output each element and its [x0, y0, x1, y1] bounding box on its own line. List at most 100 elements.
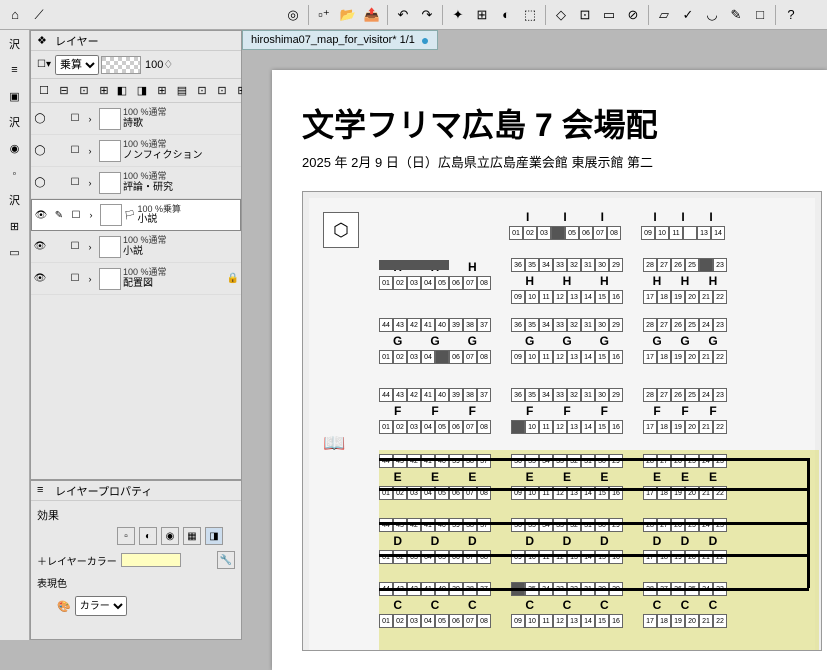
layer-row[interactable]: 👁✎☐›🏳100 %乗算小説 — [31, 199, 241, 231]
layer-thumb — [99, 172, 121, 194]
tb-icon[interactable]: ◐ — [495, 4, 517, 26]
display-color-select[interactable]: カラー — [75, 596, 127, 616]
layer-btn[interactable]: ⊡ — [75, 82, 93, 100]
layer-check[interactable]: ☐ — [67, 273, 83, 284]
layer-row[interactable]: ◯☐›100 %通常詩歌 — [31, 103, 241, 135]
booth-block: III0910111314 — [641, 208, 725, 240]
blend-mode-select[interactable]: 乗算 — [55, 55, 99, 75]
expand-toggle[interactable]: › — [83, 146, 97, 156]
effect-row: ▫ ◐ ◉ ▦ ◨ — [37, 527, 235, 545]
lc-icon[interactable]: ▣ — [5, 86, 25, 106]
layer-row[interactable]: ◯ ☐› 100 %通常ノンフィクション — [31, 135, 241, 167]
layer-btn[interactable]: ⊞ — [95, 82, 113, 100]
lc-icon[interactable]: ◉ — [5, 138, 25, 158]
document-tab[interactable]: hiroshima07_map_for_visitor* 1/1 ● — [242, 30, 438, 50]
tb-help-icon[interactable]: ? — [780, 4, 802, 26]
layer-btn[interactable]: ⊟ — [55, 82, 73, 100]
tb-icon[interactable]: ◇ — [550, 4, 572, 26]
props-header: ≡ レイヤープロパティ — [31, 481, 241, 501]
tb-icon[interactable]: ⊞ — [471, 4, 493, 26]
route-line — [379, 458, 809, 461]
tb-new-icon[interactable]: ▫⁺ — [313, 4, 335, 26]
layer-btn[interactable]: ☐ — [35, 82, 53, 100]
layer-row[interactable]: ◯☐›100 %通常評論・研究 — [31, 167, 241, 199]
edit-indicator[interactable]: ✎ — [50, 210, 68, 221]
expand-toggle[interactable]: › — [83, 274, 97, 284]
effect-btn[interactable]: ▦ — [183, 527, 201, 545]
document-canvas[interactable]: 文学フリマ広島 7 会場配 2025 年 2月 9 日（日）広島県立広島産業会館… — [272, 70, 827, 670]
layer-row[interactable]: 👁 ☐› 100 %通常配置図🔒 — [31, 263, 241, 295]
left-tool-column: 沢 ≡ ▣ 沢 ◉ ◦ 沢 ⊞ ▭ — [0, 30, 30, 640]
layer-check[interactable]: ☐ — [67, 113, 83, 124]
tb-icon[interactable]: □ — [749, 4, 771, 26]
tb-icon[interactable]: ◡ — [701, 4, 723, 26]
expand-toggle[interactable]: › — [83, 242, 97, 252]
visibility-toggle[interactable]: 👁 — [32, 210, 50, 221]
layer-label: 100 %通常配置図 — [123, 267, 225, 290]
layer-btn[interactable]: ⊡ — [213, 82, 231, 100]
lc-icon[interactable]: ≡ — [5, 60, 25, 80]
expand-toggle[interactable]: › — [83, 114, 97, 124]
tb-icon[interactable]: ✦ — [447, 4, 469, 26]
layer-btn[interactable]: ◨ — [133, 82, 151, 100]
visibility-toggle[interactable]: ◯ — [31, 113, 49, 124]
booth-block: 4443424140393837GGG01020304060708 — [379, 318, 491, 364]
layer-check[interactable]: ☐ — [67, 145, 83, 156]
venue-map: ⬡ 📖 III01020305060708III0910111314HHH010… — [302, 191, 822, 651]
effect-btn[interactable]: ▫ — [117, 527, 135, 545]
layer-check[interactable]: ☐ — [67, 241, 83, 252]
lc-icon[interactable]: ⊞ — [5, 216, 25, 236]
tb-open-icon[interactable]: 📂 — [337, 4, 359, 26]
lc-icon[interactable]: ◦ — [5, 164, 25, 184]
layer-check[interactable]: ☐ — [68, 210, 84, 221]
tb-icon[interactable]: ⊡ — [574, 4, 596, 26]
layer-row[interactable]: 👁☐›100 %通常小説 — [31, 231, 241, 263]
tb-redo-icon[interactable]: ↷ — [416, 4, 438, 26]
lc-icon[interactable]: 沢 — [5, 112, 25, 132]
layer-thumb — [99, 140, 121, 162]
expand-toggle[interactable]: › — [84, 210, 98, 220]
lc-icon[interactable]: 沢 — [5, 190, 25, 210]
route-line — [379, 488, 809, 491]
visibility-toggle[interactable]: 👁 — [31, 241, 49, 252]
tb-undo-icon[interactable]: ↶ — [392, 4, 414, 26]
effect-label: 効果 — [37, 507, 235, 523]
effect-btn[interactable]: ◨ — [205, 527, 223, 545]
tb-icon[interactable]: ◎ — [282, 4, 304, 26]
booth-block: 282726252423FFF171819202122 — [643, 388, 727, 434]
opacity-checker[interactable] — [101, 56, 141, 74]
opacity-value: 100♢ — [145, 58, 173, 71]
effect-btn[interactable]: ◐ — [139, 527, 157, 545]
layer-btn[interactable]: ⊞ — [153, 82, 171, 100]
layer-label: 100 %通常ノンフィクション — [123, 139, 225, 162]
tb-save-icon[interactable]: 📤 — [361, 4, 383, 26]
tb-icon[interactable]: ⟋ — [28, 4, 50, 26]
layer-btn[interactable]: ▤ — [173, 82, 191, 100]
visibility-toggle[interactable]: 👁 — [31, 273, 49, 284]
wrench-icon[interactable]: 🔧 — [217, 551, 235, 569]
expand-toggle[interactable]: › — [83, 178, 97, 188]
layer-view-btn[interactable]: ☐▾ — [35, 56, 53, 74]
layer-btn[interactable]: ⊡ — [193, 82, 211, 100]
effect-btn[interactable]: ◉ — [161, 527, 179, 545]
visibility-toggle[interactable]: ◯ — [31, 177, 49, 188]
tb-icon[interactable]: ✓ — [677, 4, 699, 26]
lc-icon[interactable]: 沢 — [5, 34, 25, 54]
lc-icon[interactable]: ▭ — [5, 242, 25, 262]
lock-icon[interactable]: 🔒 — [225, 273, 241, 284]
tb-icon[interactable]: ⬚ — [519, 4, 541, 26]
tb-icon[interactable]: ⌂ — [4, 4, 26, 26]
layer-check[interactable]: ☐ — [67, 177, 83, 188]
layers-icon: ❖ — [37, 34, 51, 48]
tb-icon[interactable]: ▱ — [653, 4, 675, 26]
layers-header: ❖ レイヤー — [31, 31, 241, 51]
tb-icon[interactable]: ⊘ — [622, 4, 644, 26]
layer-btn[interactable]: ◧ — [113, 82, 131, 100]
tb-icon[interactable]: ▭ — [598, 4, 620, 26]
layer-color-swatch[interactable] — [121, 553, 181, 567]
props-title: レイヤープロパティ — [55, 483, 152, 499]
tab-title: hiroshima07_map_for_visitor* 1/1 — [251, 34, 415, 46]
visibility-toggle[interactable]: ◯ — [31, 145, 49, 156]
tb-icon[interactable]: ✎ — [725, 4, 747, 26]
canvas-area[interactable]: hiroshima07_map_for_visitor* 1/1 ● 文学フリマ… — [242, 30, 827, 640]
